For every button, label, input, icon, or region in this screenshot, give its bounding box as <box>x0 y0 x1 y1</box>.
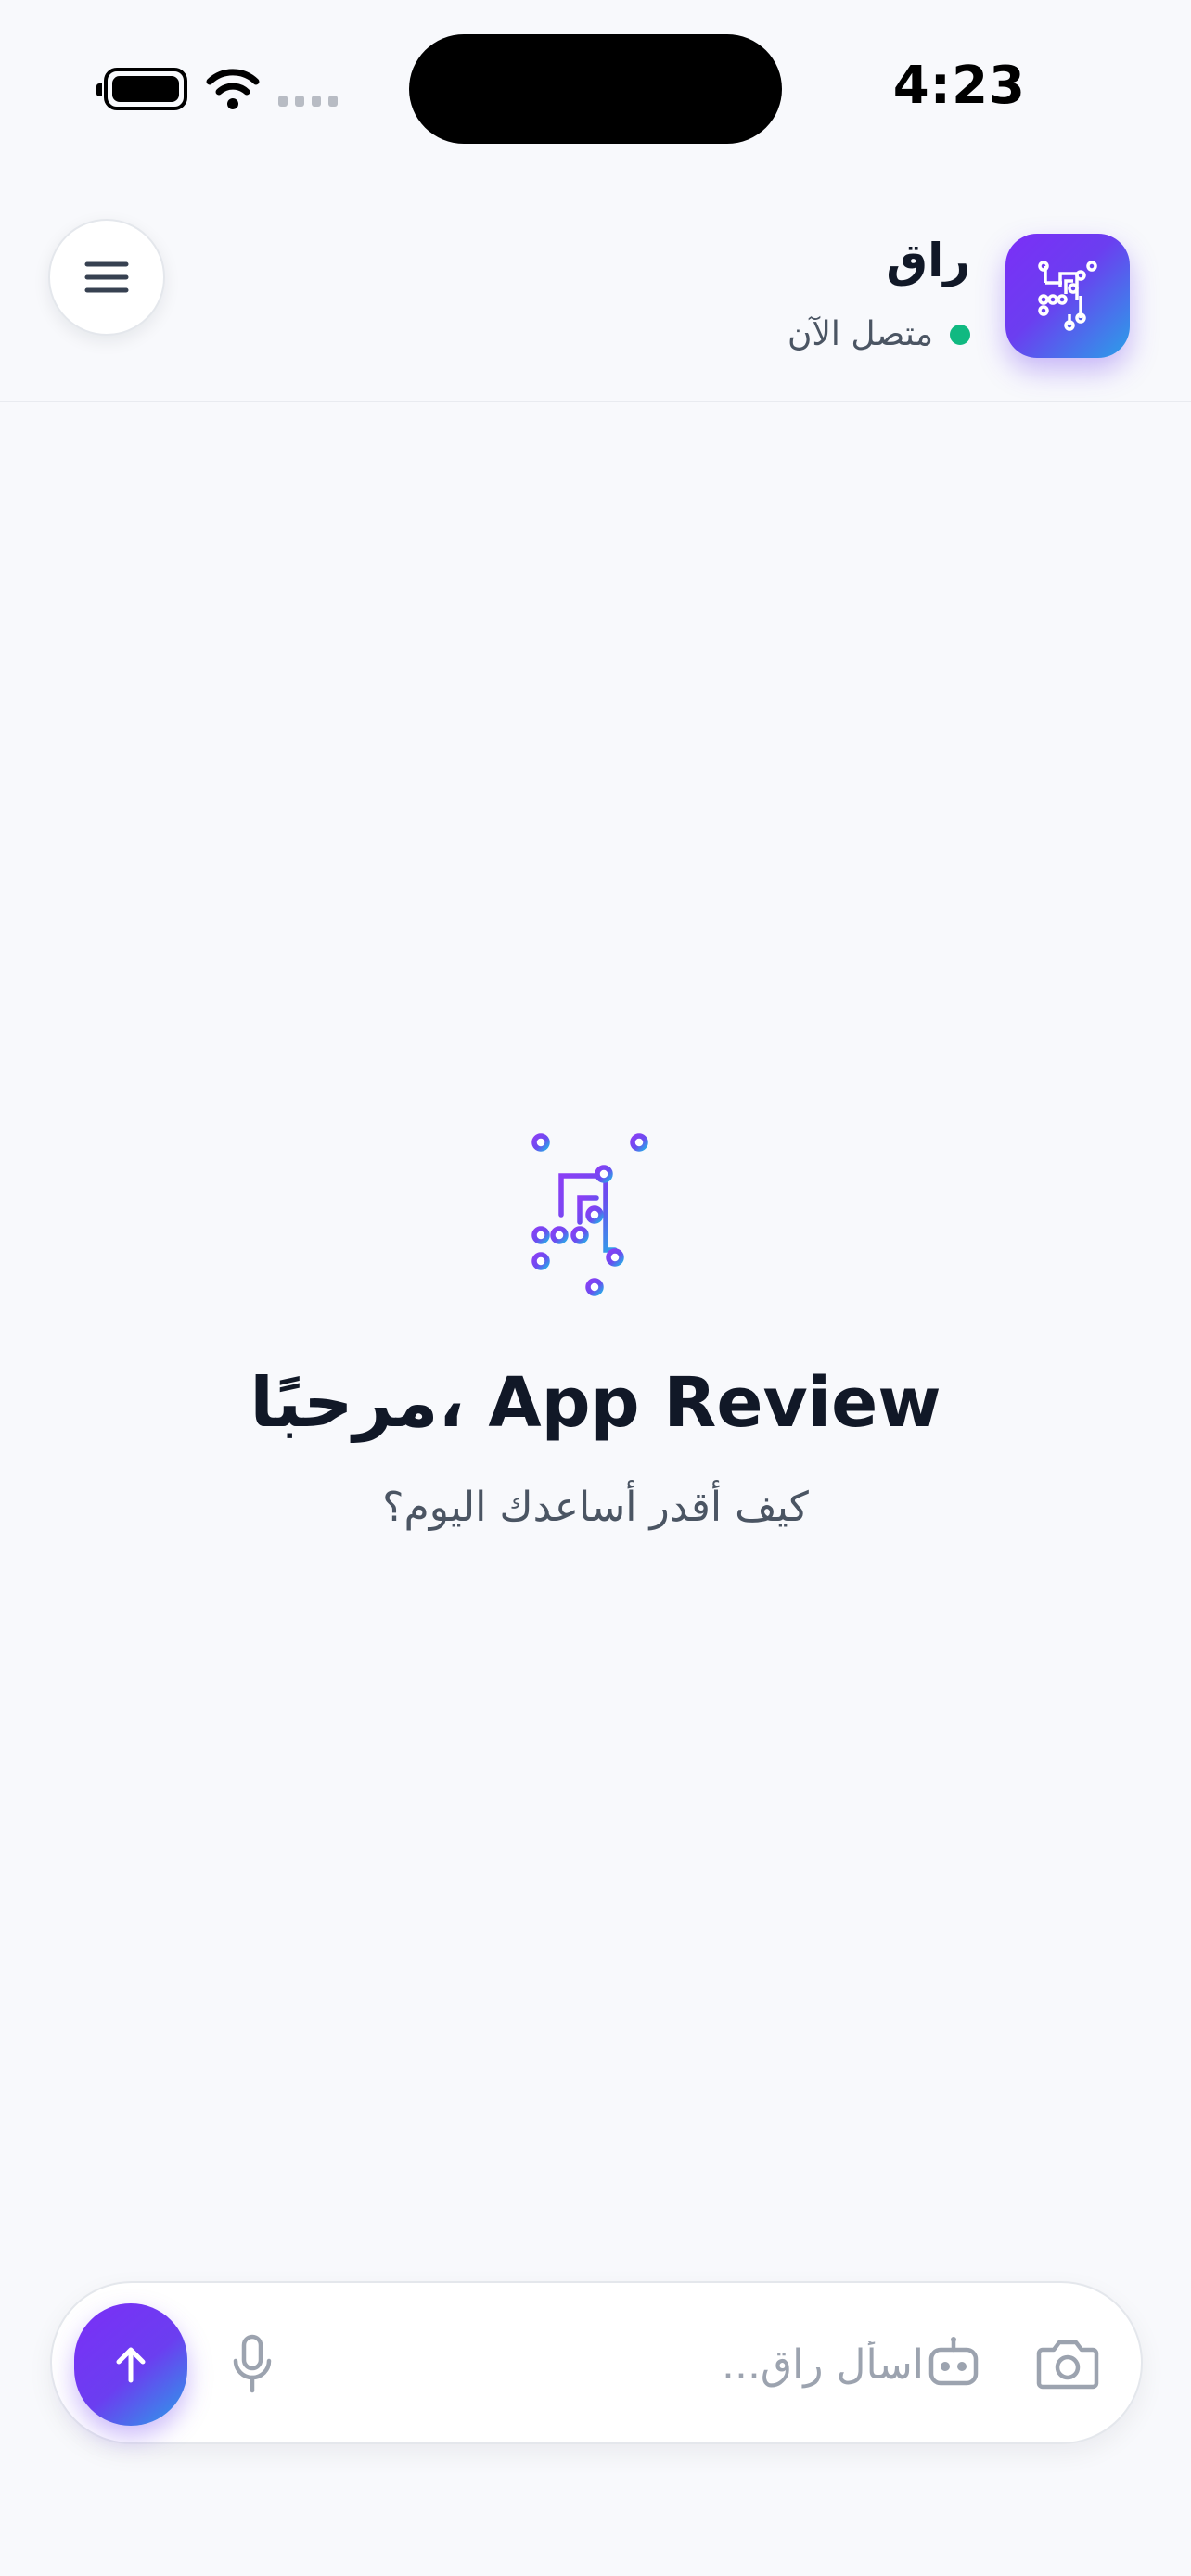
app-logo <box>1005 234 1130 358</box>
microphone-icon[interactable] <box>226 2333 278 2394</box>
robot-icon[interactable] <box>924 2333 983 2392</box>
circuit-logo-icon <box>1038 261 1097 331</box>
menu-button[interactable] <box>48 219 165 336</box>
online-indicator <box>950 324 970 345</box>
message-composer <box>50 2281 1143 2444</box>
welcome-title: مرحبًا، App Review <box>250 1363 941 1443</box>
wifi-icon <box>206 69 260 109</box>
hamburger-menu-icon <box>84 261 129 293</box>
arrow-up-icon <box>116 2347 146 2383</box>
welcome-section: مرحبًا، App Review كيف أقدر أساعدك اليوم… <box>0 1131 1191 1531</box>
message-input[interactable] <box>330 2320 924 2409</box>
chat-header: راق متصل الآن <box>0 176 1191 402</box>
welcome-subtitle: كيف أقدر أساعدك اليوم؟ <box>382 1484 809 1531</box>
app-name: راق <box>886 234 970 287</box>
status-bar: 4:23 <box>0 0 1191 176</box>
send-button[interactable] <box>74 2303 187 2426</box>
online-status-text: متصل الآن <box>787 315 933 353</box>
dynamic-island <box>409 34 782 144</box>
camera-icon[interactable] <box>1035 2333 1100 2392</box>
status-time: 4:23 <box>892 56 1026 116</box>
circuit-logo-icon <box>531 1133 648 1299</box>
app-screen: 4:23 راق متصل الآن مرحبًا، App Review كي… <box>0 0 1191 2576</box>
cellular-signal-icon <box>278 96 338 107</box>
online-status: متصل الآن <box>788 315 970 353</box>
battery-icon <box>96 68 187 110</box>
